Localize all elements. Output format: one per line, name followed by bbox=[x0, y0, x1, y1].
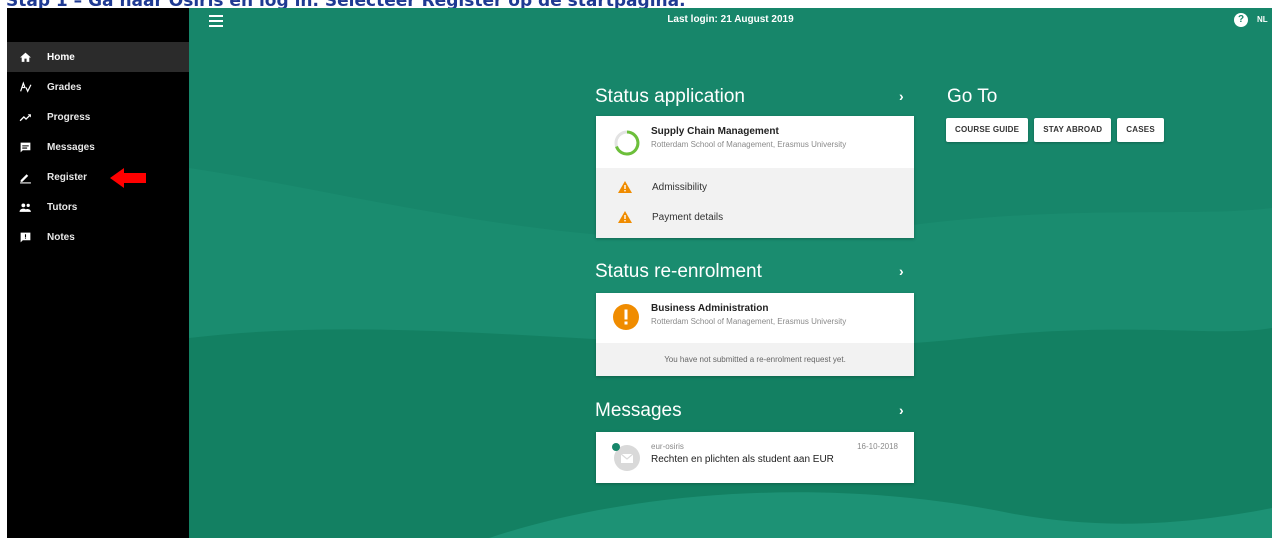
sidebar-item-tutors[interactable]: Tutors bbox=[7, 192, 189, 222]
status-reenrolment-card[interactable]: Business Administration Rotterdam School… bbox=[596, 293, 914, 376]
alert-icon bbox=[613, 304, 639, 330]
admissibility-label: Admissibility bbox=[652, 181, 708, 193]
sidebar-nav: Home Grades Progress Messages Register T… bbox=[7, 42, 189, 252]
warning-icon bbox=[618, 211, 632, 223]
register-icon bbox=[3, 171, 47, 184]
goto-buttons: COURSE GUIDE STAY ABROAD CASES bbox=[946, 118, 1164, 142]
application-school-name: Rotterdam School of Management, Erasmus … bbox=[651, 140, 847, 149]
last-login-text: Last login: 21 August 2019 bbox=[667, 14, 794, 25]
sidebar-item-register[interactable]: Register bbox=[7, 162, 189, 192]
goto-title: Go To bbox=[947, 86, 998, 107]
messages-title[interactable]: Messages bbox=[595, 400, 682, 422]
sidebar-item-label: Notes bbox=[47, 231, 75, 243]
warning-icon bbox=[618, 181, 632, 193]
sidebar-item-progress[interactable]: Progress bbox=[7, 102, 189, 132]
annotation-arrow-icon bbox=[110, 168, 146, 188]
application-items: Admissibility Payment details bbox=[596, 168, 914, 238]
sidebar-item-label: Register bbox=[47, 171, 88, 183]
application-program-name: Supply Chain Management bbox=[651, 126, 779, 137]
messages-icon bbox=[3, 141, 47, 154]
notes-icon bbox=[3, 231, 47, 244]
message-item[interactable]: eur-osiris 16-10-2018 Rechten en plichte… bbox=[596, 432, 914, 483]
status-application-card[interactable]: Supply Chain Management Rotterdam School… bbox=[596, 116, 914, 238]
reenrolment-program[interactable]: Business Administration Rotterdam School… bbox=[596, 293, 914, 343]
sidebar-item-label: Progress bbox=[47, 111, 91, 123]
topbar: Last login: 21 August 2019 ? NL bbox=[189, 8, 1272, 36]
osiris-app: Home Grades Progress Messages Register T… bbox=[7, 8, 1272, 538]
messages-chevron-icon[interactable]: › bbox=[899, 402, 904, 418]
status-reenrolment-title[interactable]: Status re-enrolment bbox=[595, 261, 762, 283]
reenrolment-program-name: Business Administration bbox=[651, 303, 769, 314]
stay-abroad-button[interactable]: STAY ABROAD bbox=[1034, 118, 1112, 142]
sidebar-item-home[interactable]: Home bbox=[7, 42, 189, 72]
sidebar-item-label: Grades bbox=[47, 81, 82, 93]
message-subject: Rechten en plichten als student aan EUR bbox=[651, 454, 834, 465]
home-icon bbox=[3, 51, 47, 64]
progress-icon bbox=[3, 111, 47, 124]
status-reenrolment-chevron-icon[interactable]: › bbox=[899, 263, 904, 279]
sidebar-item-grades[interactable]: Grades bbox=[7, 72, 189, 102]
payment-details-label: Payment details bbox=[652, 211, 724, 223]
language-toggle[interactable]: NL bbox=[1257, 15, 1268, 24]
caption-strip: Stap 1 – Ga naar Osiris en log in. Selec… bbox=[0, 0, 1272, 8]
sidebar-item-label: Messages bbox=[47, 141, 95, 153]
sidebar-item-messages[interactable]: Messages bbox=[7, 132, 189, 162]
cases-button[interactable]: CASES bbox=[1117, 118, 1164, 142]
reenrolment-message: You have not submitted a re-enrolment re… bbox=[596, 343, 914, 376]
help-icon[interactable]: ? bbox=[1234, 13, 1248, 27]
sidebar: Home Grades Progress Messages Register T… bbox=[7, 8, 189, 538]
grades-icon bbox=[3, 80, 47, 94]
course-guide-button[interactable]: COURSE GUIDE bbox=[946, 118, 1029, 142]
status-application-title[interactable]: Status application bbox=[595, 86, 745, 108]
admissibility-row[interactable]: Admissibility bbox=[596, 172, 914, 202]
sidebar-item-label: Home bbox=[47, 51, 75, 63]
status-application-chevron-icon[interactable]: › bbox=[899, 88, 904, 104]
envelope-icon bbox=[612, 443, 640, 471]
message-sender: eur-osiris bbox=[651, 442, 684, 451]
progress-spinner-icon bbox=[614, 130, 640, 156]
tutors-icon bbox=[3, 201, 47, 214]
caption-text: Stap 1 – Ga naar Osiris en log in. Selec… bbox=[6, 0, 686, 8]
application-program[interactable]: Supply Chain Management Rotterdam School… bbox=[596, 116, 914, 168]
payment-details-row[interactable]: Payment details bbox=[596, 202, 914, 232]
sidebar-item-label: Tutors bbox=[47, 201, 78, 213]
main-content: Last login: 21 August 2019 ? NL Status a… bbox=[189, 8, 1272, 538]
sidebar-item-notes[interactable]: Notes bbox=[7, 222, 189, 252]
message-date: 16-10-2018 bbox=[857, 442, 898, 451]
reenrolment-school-name: Rotterdam School of Management, Erasmus … bbox=[651, 317, 847, 326]
